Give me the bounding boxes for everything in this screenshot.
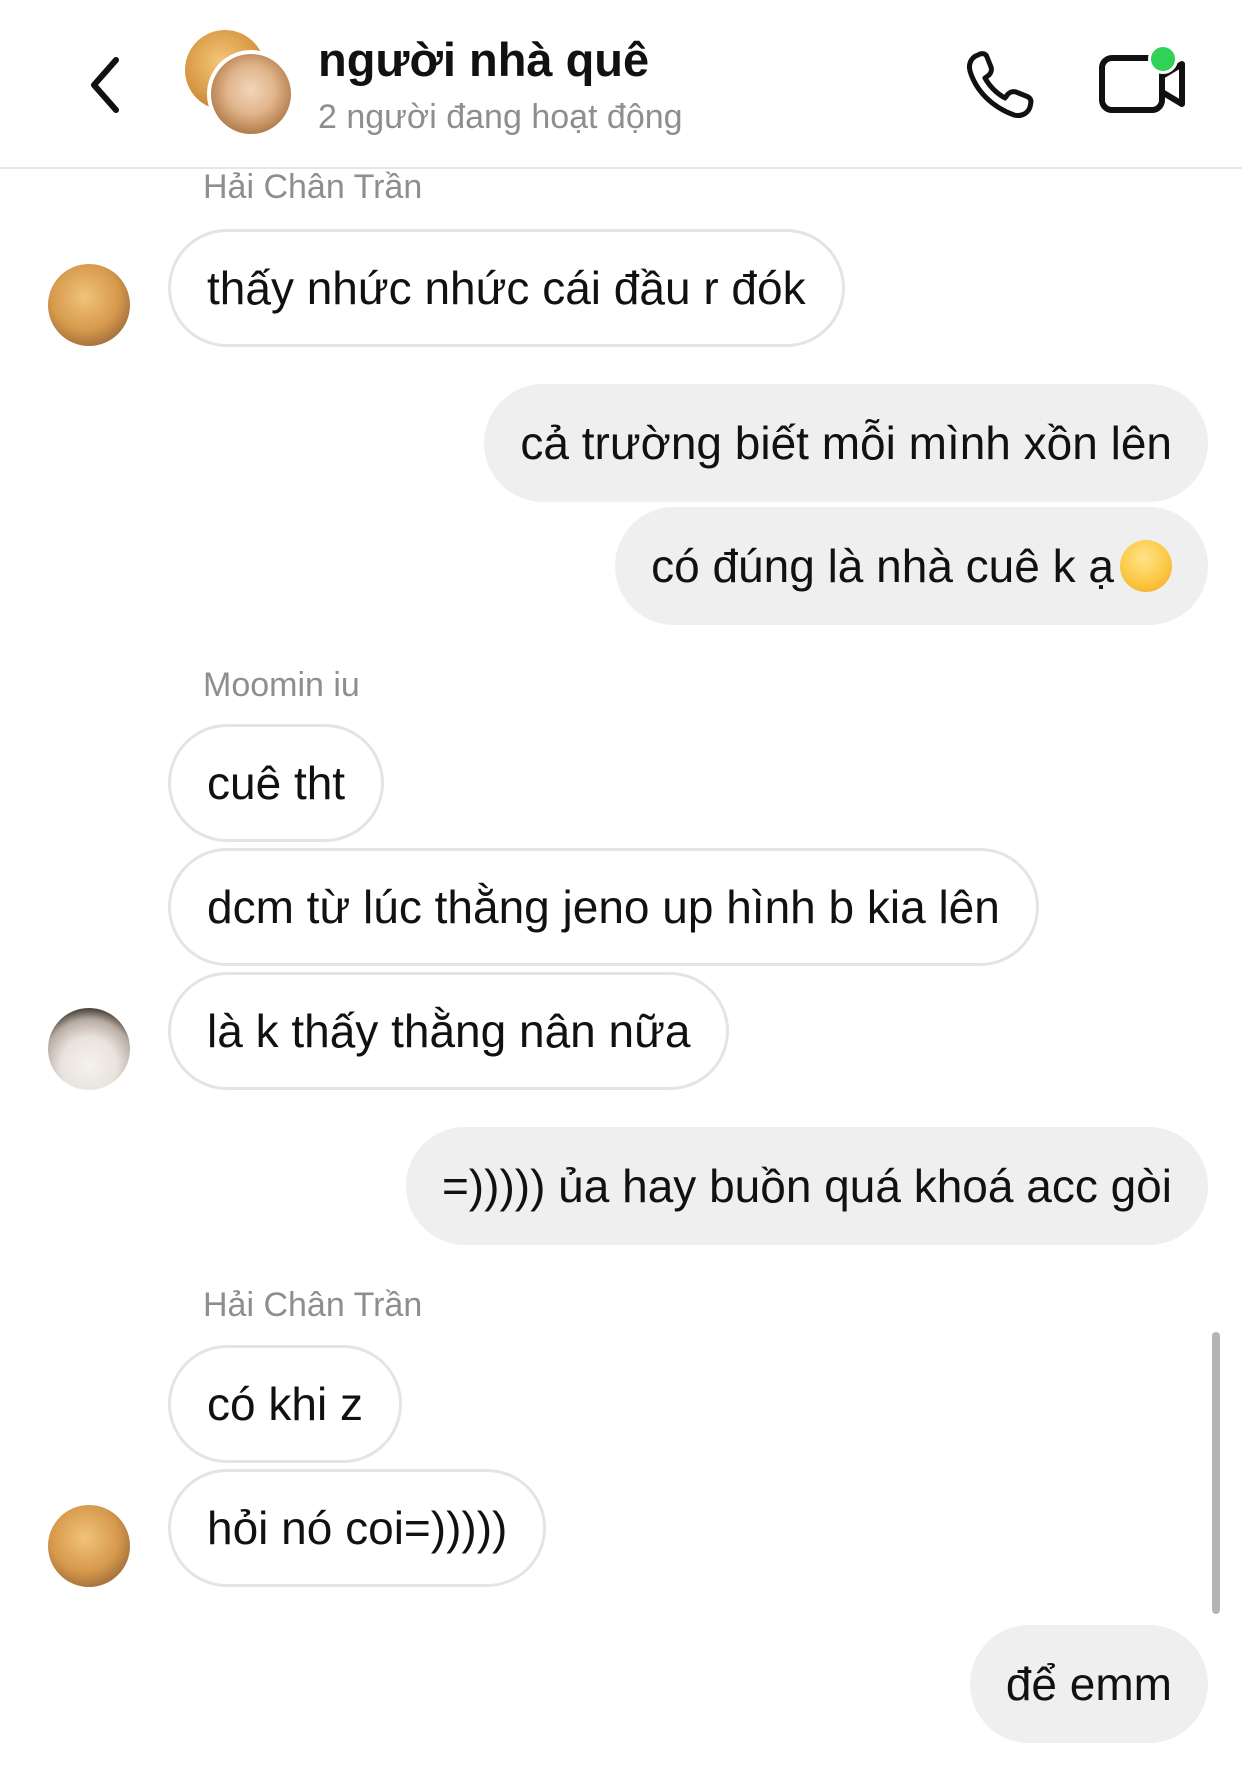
message-bubble-incoming[interactable]: thấy nhức nhức cái đầu r đók (168, 229, 845, 347)
message-text: cả trường biết mỗi mình xồn lên (520, 417, 1172, 469)
smiling-face-emoji (1120, 539, 1172, 592)
message-text: để emm (1005, 1658, 1172, 1710)
message-text: =))))) ủa hay buồn quá khoá acc gòi (441, 1160, 1172, 1212)
message-text: cuê tht (207, 757, 346, 809)
avatar[interactable] (48, 1008, 130, 1090)
group-avatar[interactable] (185, 30, 295, 140)
message-bubble-incoming[interactable]: dcm từ lúc thằng jeno up hình b kia lên (168, 848, 1039, 966)
message-bubble-outgoing[interactable]: =))))) ủa hay buồn quá khoá acc gòi (405, 1127, 1208, 1245)
message-bubble-outgoing[interactable]: để emm (969, 1625, 1208, 1743)
avatar[interactable] (48, 1505, 130, 1587)
sender-name: Moomin iu (203, 666, 360, 704)
message-bubble-incoming[interactable]: hỏi nó coi=))))) (168, 1469, 547, 1587)
message-bubble-outgoing[interactable]: có đúng là nhà cuê k ạ (615, 507, 1208, 625)
message-bubble-incoming[interactable]: là k thấy thằng nân nữa (168, 972, 730, 1090)
sender-name: Hải Chân Trần (203, 1286, 423, 1324)
group-avatar-front (207, 50, 295, 138)
message-text: hỏi nó coi=))))) (207, 1502, 508, 1554)
scrollbar[interactable] (1212, 1332, 1220, 1614)
phone-icon[interactable] (960, 45, 1040, 125)
sender-name: Hải Chân Trần (203, 168, 423, 206)
active-status: 2 người đang hoạt động (318, 98, 683, 136)
message-bubble-outgoing[interactable]: cả trường biết mỗi mình xồn lên (484, 384, 1208, 502)
chevron-left-icon[interactable] (80, 50, 140, 120)
message-text: thấy nhức nhức cái đầu r đók (207, 262, 806, 314)
online-indicator (1148, 44, 1178, 74)
message-text: dcm từ lúc thằng jeno up hình b kia lên (207, 881, 1000, 933)
message-text: có khi z (207, 1378, 363, 1430)
chat-title[interactable]: người nhà quê (318, 32, 649, 87)
message-bubble-incoming[interactable]: có khi z (168, 1345, 402, 1463)
message-text: là k thấy thằng nân nữa (207, 1005, 691, 1057)
avatar[interactable] (48, 264, 130, 346)
message-text: có đúng là nhà cuê k ạ (651, 540, 1114, 592)
chat-header: người nhà quê 2 người đang hoạt động (0, 0, 1242, 169)
message-bubble-incoming[interactable]: cuê tht (168, 724, 385, 842)
